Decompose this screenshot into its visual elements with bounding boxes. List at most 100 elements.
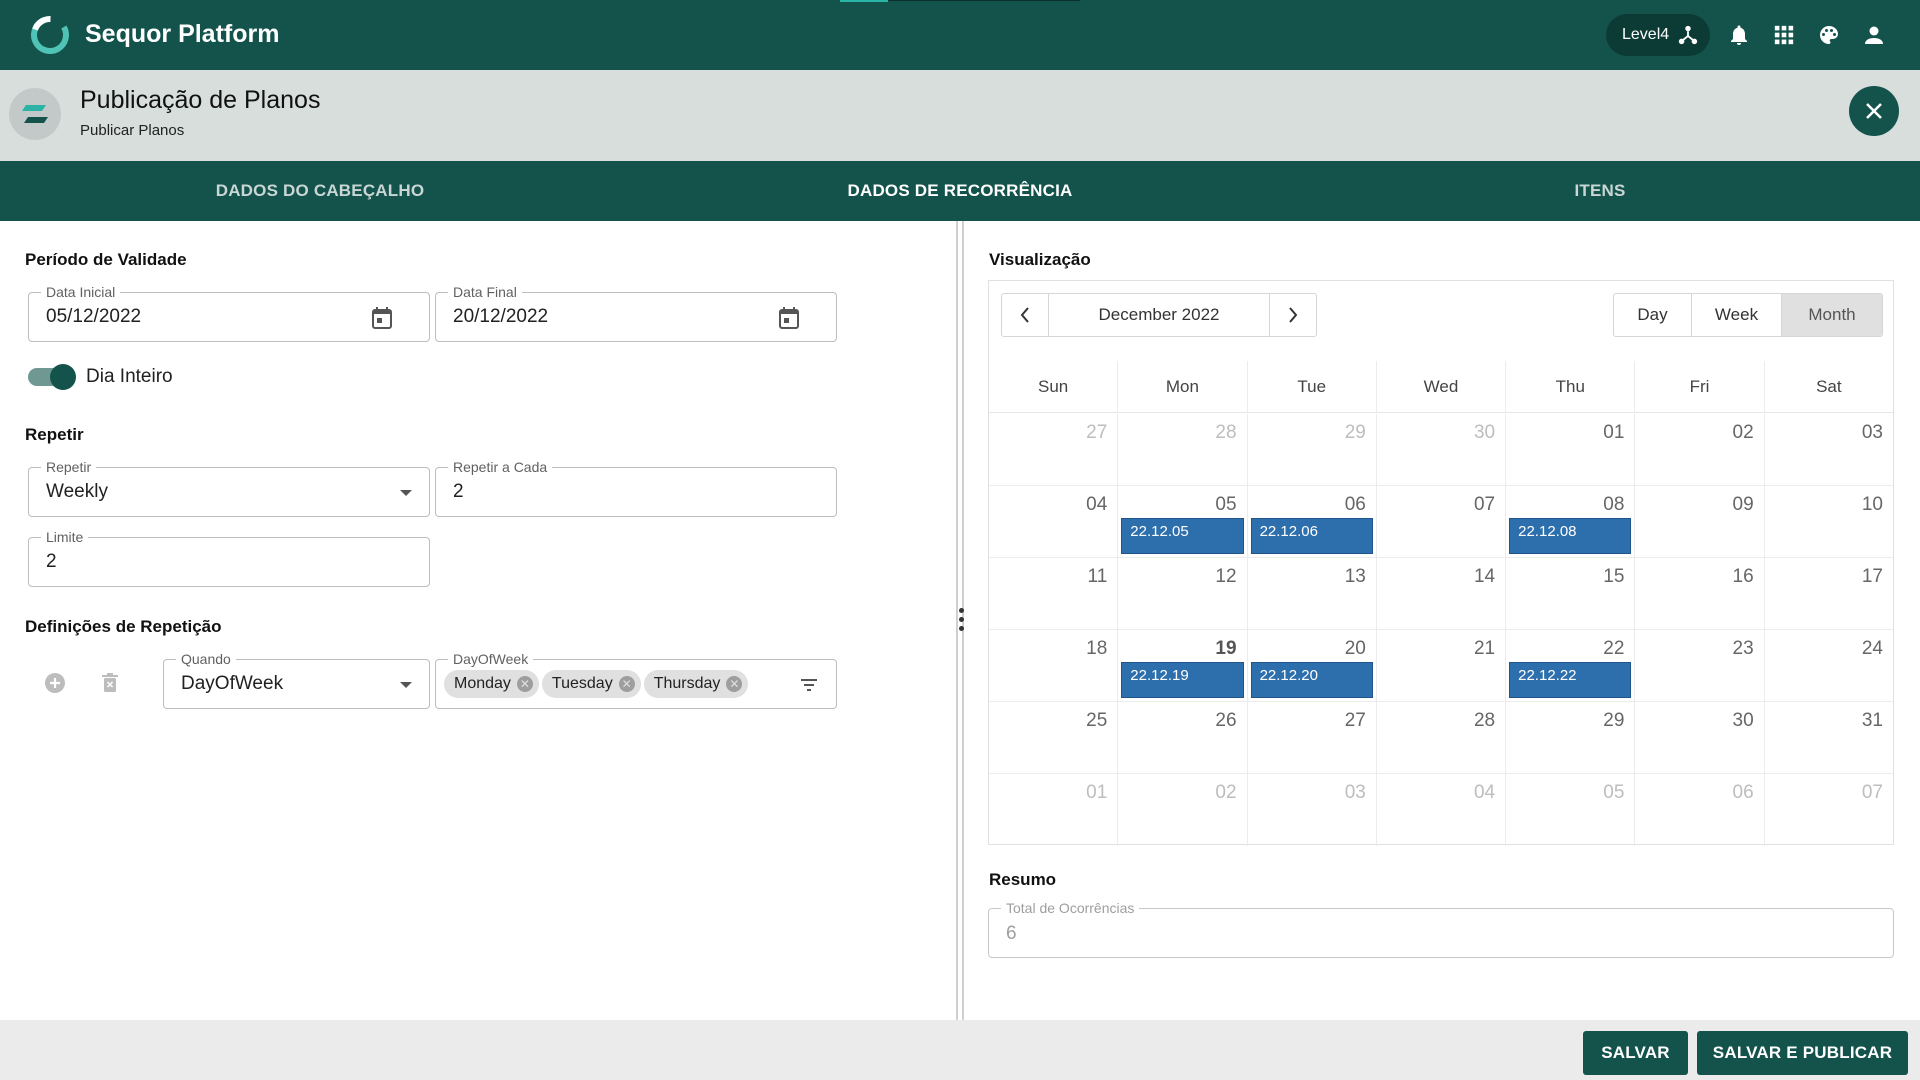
calendar-day-cell[interactable]: 29 — [1248, 414, 1377, 485]
next-month-button[interactable] — [1270, 294, 1316, 336]
calendar-day-cell[interactable]: 09 — [1635, 486, 1765, 557]
calendar-day-cell[interactable]: 13 — [1248, 558, 1377, 629]
day-number: 02 — [1732, 422, 1754, 443]
calendar-day-cell[interactable]: 03 — [1248, 774, 1377, 846]
page-title: Publicação de Planos — [80, 86, 321, 114]
close-button[interactable] — [1849, 86, 1899, 136]
view-month-button[interactable]: Month — [1782, 294, 1882, 336]
calendar-day-cell[interactable]: 24 — [1765, 630, 1893, 701]
close-icon — [1866, 103, 1882, 119]
notifications-bell-icon[interactable] — [1725, 21, 1753, 49]
calendar-day-cell[interactable]: 25 — [989, 702, 1119, 773]
calendar-day-cell[interactable]: 27 — [1248, 702, 1377, 773]
chip-remove-icon[interactable]: ✕ — [516, 676, 533, 692]
calendar-day-cell[interactable]: 29 — [1506, 702, 1636, 773]
repeat-every-input[interactable]: Repetir a Cada 2 — [435, 459, 837, 517]
calendar-day-cell[interactable]: 02 — [1635, 414, 1765, 485]
calendar-day-cell[interactable]: 06 22.12.06 — [1248, 486, 1377, 557]
repeat-select[interactable]: Repetir Weekly — [28, 459, 430, 517]
calendar-day-cell[interactable]: 10 — [1765, 486, 1893, 557]
calendar-event[interactable]: 22.12.19 — [1121, 662, 1244, 698]
calendar-day-cell[interactable]: 05 22.12.05 — [1118, 486, 1248, 557]
view-week-button[interactable]: Week — [1692, 294, 1782, 336]
splitter-handle-icon[interactable] — [957, 608, 965, 634]
sequor-logo-icon — [31, 16, 69, 54]
calendar-day-cell[interactable]: 14 — [1377, 558, 1507, 629]
calendar-day-cell[interactable]: 21 — [1377, 630, 1507, 701]
account-icon[interactable] — [1860, 21, 1888, 49]
filter-list-icon[interactable] — [796, 672, 822, 698]
view-day-button[interactable]: Day — [1614, 294, 1692, 336]
start-date-field[interactable]: Data Inicial 05/12/2022 — [28, 284, 430, 342]
calendar-day-cell[interactable]: 12 — [1118, 558, 1248, 629]
save-and-publish-button[interactable]: SALVAR E PUBLICAR — [1697, 1031, 1908, 1075]
calendar-day-cell[interactable]: 01 — [989, 774, 1119, 846]
calendar-icon[interactable] — [369, 305, 395, 331]
calendar-day-cell[interactable]: 28 — [1377, 702, 1507, 773]
calendar-day-cell[interactable]: 03 — [1765, 414, 1893, 485]
prev-month-button[interactable] — [1002, 294, 1048, 336]
calendar-day-cell[interactable]: 06 — [1635, 774, 1765, 846]
page-header: Publicação de Planos Publicar Planos — [0, 70, 1920, 161]
calendar-day-cell[interactable]: 15 — [1506, 558, 1636, 629]
calendar-day-cell[interactable]: 22 22.12.22 — [1506, 630, 1636, 701]
calendar-day-cell[interactable]: 08 22.12.08 — [1506, 486, 1636, 557]
calendar-day-cell[interactable]: 18 — [989, 630, 1119, 701]
day-number: 03 — [1344, 782, 1366, 803]
calendar-day-cell[interactable]: 04 — [1377, 774, 1507, 846]
calendar-day-cell[interactable]: 27 — [989, 414, 1119, 485]
day-of-week-multiselect[interactable]: DayOfWeek Monday ✕ Tuesday ✕ Thursday ✕ — [435, 651, 837, 709]
day-number: 16 — [1732, 566, 1754, 587]
day-number: 21 — [1473, 638, 1496, 659]
calendar-day-cell[interactable]: 30 — [1635, 702, 1765, 773]
chip-remove-icon[interactable]: ✕ — [618, 676, 635, 692]
calendar-day-cell[interactable]: 26 — [1118, 702, 1248, 773]
calendar-icon[interactable] — [776, 305, 802, 331]
day-number: 29 — [1603, 710, 1625, 731]
calendar-day-cell[interactable]: 19 22.12.19 — [1118, 630, 1248, 701]
all-day-toggle[interactable] — [28, 364, 76, 390]
weekday-label: Mon — [1118, 361, 1248, 412]
calendar-week-row: 18 19 22.12.19 20 22.12.20 21 22 22.12.22 23 24 — [989, 630, 1893, 702]
calendar-day-cell[interactable]: 04 — [989, 486, 1119, 557]
day-number: 19 — [1215, 638, 1237, 659]
calendar-day-cell[interactable]: 23 — [1635, 630, 1765, 701]
calendar-day-cell[interactable]: 11 — [989, 558, 1119, 629]
repeat-value: Weekly — [46, 481, 108, 502]
month-navigator: December 2022 — [1001, 293, 1317, 337]
calendar-day-cell[interactable]: 31 — [1765, 702, 1893, 773]
chip-thursday: Thursday ✕ — [643, 670, 749, 698]
tab-items[interactable]: ITENS — [1280, 161, 1920, 221]
calendar-day-cell[interactable]: 07 — [1377, 486, 1507, 557]
limit-input[interactable]: Limite 2 — [28, 529, 430, 587]
apps-grid-icon[interactable] — [1770, 21, 1798, 49]
calendar-event[interactable]: 22.12.20 — [1250, 662, 1373, 698]
calendar-day-cell[interactable]: 05 — [1506, 774, 1636, 846]
save-button[interactable]: SALVAR — [1583, 1031, 1688, 1075]
calendar-day-cell[interactable]: 28 — [1118, 414, 1248, 485]
limit-label: Limite — [41, 529, 89, 545]
footer-bar: SALVAR SALVAR E PUBLICAR — [0, 1020, 1920, 1080]
calendar-day-cell[interactable]: 17 — [1765, 558, 1893, 629]
tab-header-data[interactable]: DADOS DO CABEÇALHO — [0, 161, 640, 221]
tab-recurrence-data[interactable]: DADOS DE RECORRÊNCIA — [640, 161, 1280, 221]
calendar-day-cell[interactable]: 16 — [1635, 558, 1765, 629]
calendar-event[interactable]: 22.12.08 — [1509, 518, 1632, 554]
calendar-event[interactable]: 22.12.22 — [1509, 662, 1632, 698]
calendar-day-cell[interactable]: 20 22.12.20 — [1248, 630, 1377, 701]
calendar-event[interactable]: 22.12.05 — [1121, 518, 1244, 554]
day-number: 09 — [1732, 494, 1754, 515]
calendar-event[interactable]: 22.12.06 — [1250, 518, 1373, 554]
delete-icon[interactable] — [96, 669, 124, 697]
level-chip[interactable]: Level4 — [1606, 14, 1710, 56]
calendar-day-cell[interactable]: 30 — [1377, 414, 1507, 485]
calendar-day-cell[interactable]: 07 — [1765, 774, 1893, 846]
current-month-label[interactable]: December 2022 — [1048, 294, 1270, 336]
palette-icon[interactable] — [1815, 21, 1843, 49]
when-select[interactable]: Quando DayOfWeek — [163, 651, 430, 709]
calendar-day-cell[interactable]: 01 — [1506, 414, 1636, 485]
calendar-day-cell[interactable]: 02 — [1118, 774, 1248, 846]
chip-remove-icon[interactable]: ✕ — [726, 676, 743, 692]
end-date-field[interactable]: Data Final 20/12/2022 — [435, 284, 837, 342]
add-circle-icon[interactable] — [41, 669, 69, 697]
